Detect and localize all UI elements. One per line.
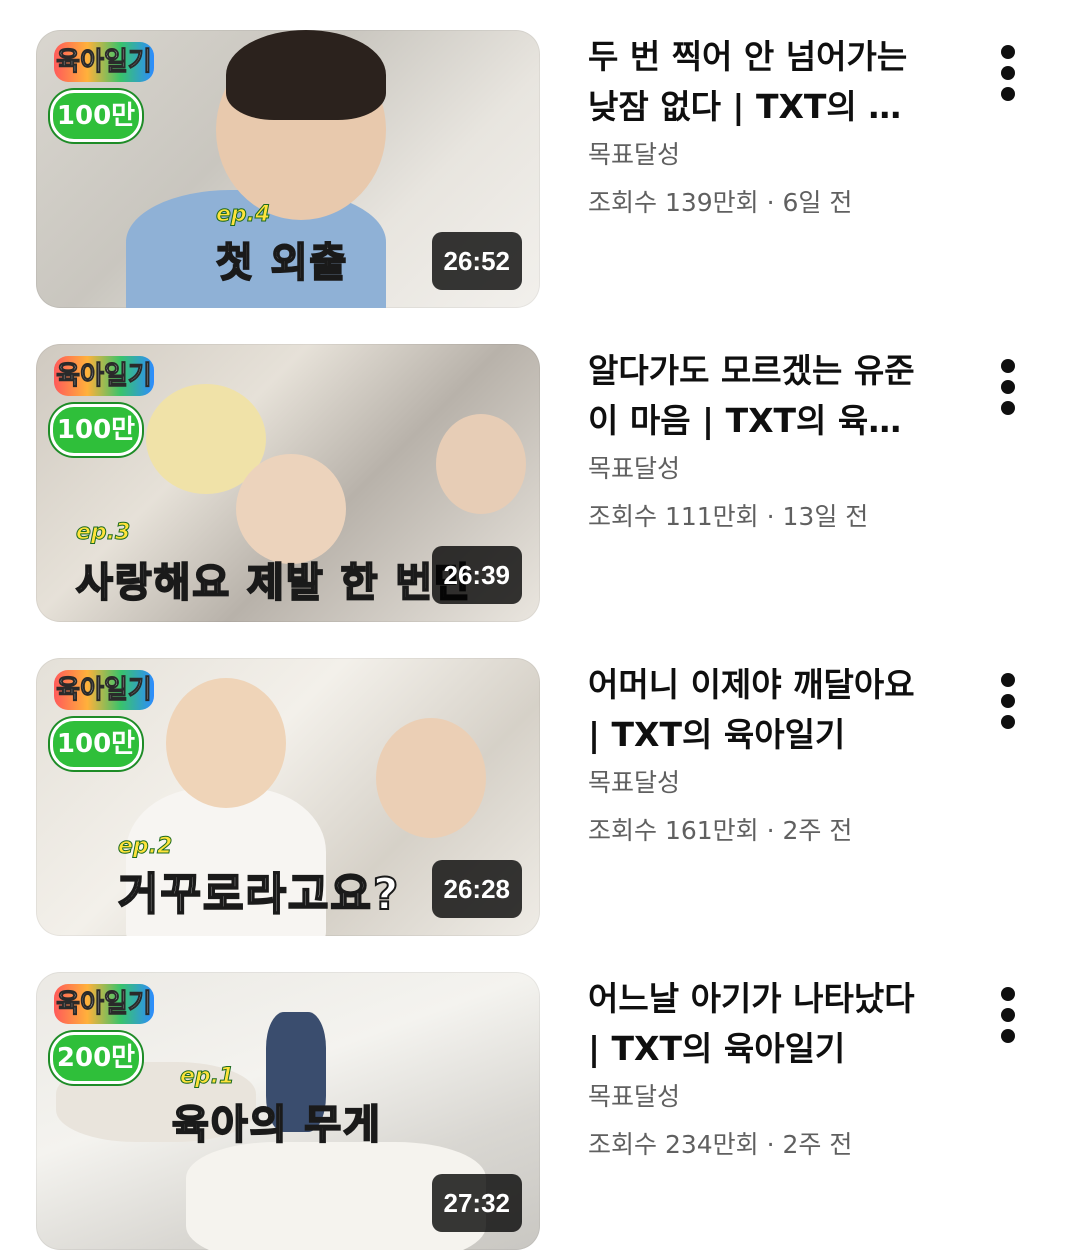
milestone-badge: 100만: [50, 90, 142, 142]
menu-dot: [1001, 45, 1015, 59]
episode-label: ep.2: [117, 834, 173, 860]
menu-dot: [1001, 380, 1015, 394]
menu-dot: [1001, 694, 1015, 708]
menu-dot: [1001, 1008, 1015, 1022]
video-item[interactable]: 육아일기 100만 ep.4 첫 외출 26:52 두 번 찍어 안 넘어가는 …: [0, 30, 1080, 310]
menu-dot: [1001, 66, 1015, 80]
duration-badge: 26:52: [431, 232, 522, 290]
duration-badge: 26:39: [431, 546, 522, 604]
show-logo: 육아일기: [54, 984, 154, 1024]
video-title[interactable]: 두 번 찍어 안 넘어가는 낮잠 없다 | TXT의 육아일기: [588, 32, 928, 132]
thumbnail-caption: 사랑해요 제발 한 번만: [75, 559, 473, 607]
video-meta: 두 번 찍어 안 넘어가는 낮잠 없다 | TXT의 육아일기 목표달성 조회수…: [588, 30, 968, 222]
video-stats: 조회수 234만회 · 2주 전: [588, 1130, 853, 1159]
more-vert-icon[interactable]: [984, 40, 1032, 106]
channel-name[interactable]: 목표달성: [588, 764, 968, 802]
video-item[interactable]: 육아일기 200만 ep.1 육아의 무게 27:32 어느날 아기가 나타났다…: [0, 972, 1080, 1252]
menu-dot: [1001, 401, 1015, 415]
thumbnail-scene: [236, 454, 346, 564]
episode-label: ep.4: [215, 202, 271, 228]
video-stats: 조회수 161만회 · 2주 전: [588, 816, 853, 845]
video-thumbnail[interactable]: 육아일기 100만 ep.4 첫 외출 26:52: [36, 30, 540, 308]
channel-name[interactable]: 목표달성: [588, 1078, 968, 1116]
video-thumbnail[interactable]: 육아일기 100만 ep.3 사랑해요 제발 한 번만 26:39: [36, 344, 540, 622]
thumbnail-scene: [436, 414, 526, 514]
menu-dot: [1001, 1029, 1015, 1043]
thumbnail-caption: 첫 외출: [215, 239, 349, 287]
menu-dot: [1001, 673, 1015, 687]
thumbnail-caption: 거꾸로라고요?: [117, 868, 401, 921]
thumbnail-scene: [226, 30, 386, 120]
milestone-badge: 100만: [50, 404, 142, 456]
menu-dot: [1001, 359, 1015, 373]
milestone-badge: 100만: [50, 718, 142, 770]
video-thumbnail[interactable]: 육아일기 100만 ep.2 거꾸로라고요? 26:28: [36, 658, 540, 936]
video-item[interactable]: 육아일기 100만 ep.2 거꾸로라고요? 26:28 어머니 이제야 깨달아…: [0, 658, 1080, 938]
menu-dot: [1001, 987, 1015, 1001]
episode-label: ep.3: [75, 520, 131, 546]
video-title[interactable]: 어느날 아기가 나타났다 | TXT의 육아일기: [588, 974, 928, 1074]
video-list: 육아일기 100만 ep.4 첫 외출 26:52 두 번 찍어 안 넘어가는 …: [0, 0, 1080, 1255]
channel-name[interactable]: 목표달성: [588, 136, 968, 174]
show-logo: 육아일기: [54, 42, 154, 82]
duration-badge: 26:28: [431, 860, 522, 918]
duration-badge: 27:32: [431, 1174, 522, 1232]
more-vert-icon[interactable]: [984, 668, 1032, 734]
video-stats: 조회수 111만회 · 13일 전: [588, 502, 869, 531]
video-meta: 어느날 아기가 나타났다 | TXT의 육아일기 목표달성 조회수 234만회 …: [588, 972, 968, 1164]
video-meta: 알다가도 모르겠는 유준이 마음 | TXT의 육아일기 목표달성 조회수 11…: [588, 344, 968, 536]
channel-name[interactable]: 목표달성: [588, 450, 968, 488]
thumbnail-caption: 육아의 무게: [171, 1101, 382, 1149]
thumbnail-scene: [166, 678, 286, 808]
video-stats: 조회수 139만회 · 6일 전: [588, 188, 853, 217]
more-vert-icon[interactable]: [984, 982, 1032, 1048]
video-meta: 어머니 이제야 깨달아요 | TXT의 육아일기 목표달성 조회수 161만회 …: [588, 658, 968, 850]
show-logo: 육아일기: [54, 356, 154, 396]
show-logo: 육아일기: [54, 670, 154, 710]
milestone-badge: 200만: [50, 1032, 142, 1084]
video-title[interactable]: 어머니 이제야 깨달아요 | TXT의 육아일기: [588, 660, 928, 760]
more-vert-icon[interactable]: [984, 354, 1032, 420]
episode-label: ep.1: [179, 1064, 235, 1090]
thumbnail-scene: [376, 718, 486, 838]
video-title[interactable]: 알다가도 모르겠는 유준이 마음 | TXT의 육아일기: [588, 346, 928, 446]
video-thumbnail[interactable]: 육아일기 200만 ep.1 육아의 무게 27:32: [36, 972, 540, 1250]
menu-dot: [1001, 715, 1015, 729]
video-item[interactable]: 육아일기 100만 ep.3 사랑해요 제발 한 번만 26:39 알다가도 모…: [0, 344, 1080, 624]
menu-dot: [1001, 87, 1015, 101]
